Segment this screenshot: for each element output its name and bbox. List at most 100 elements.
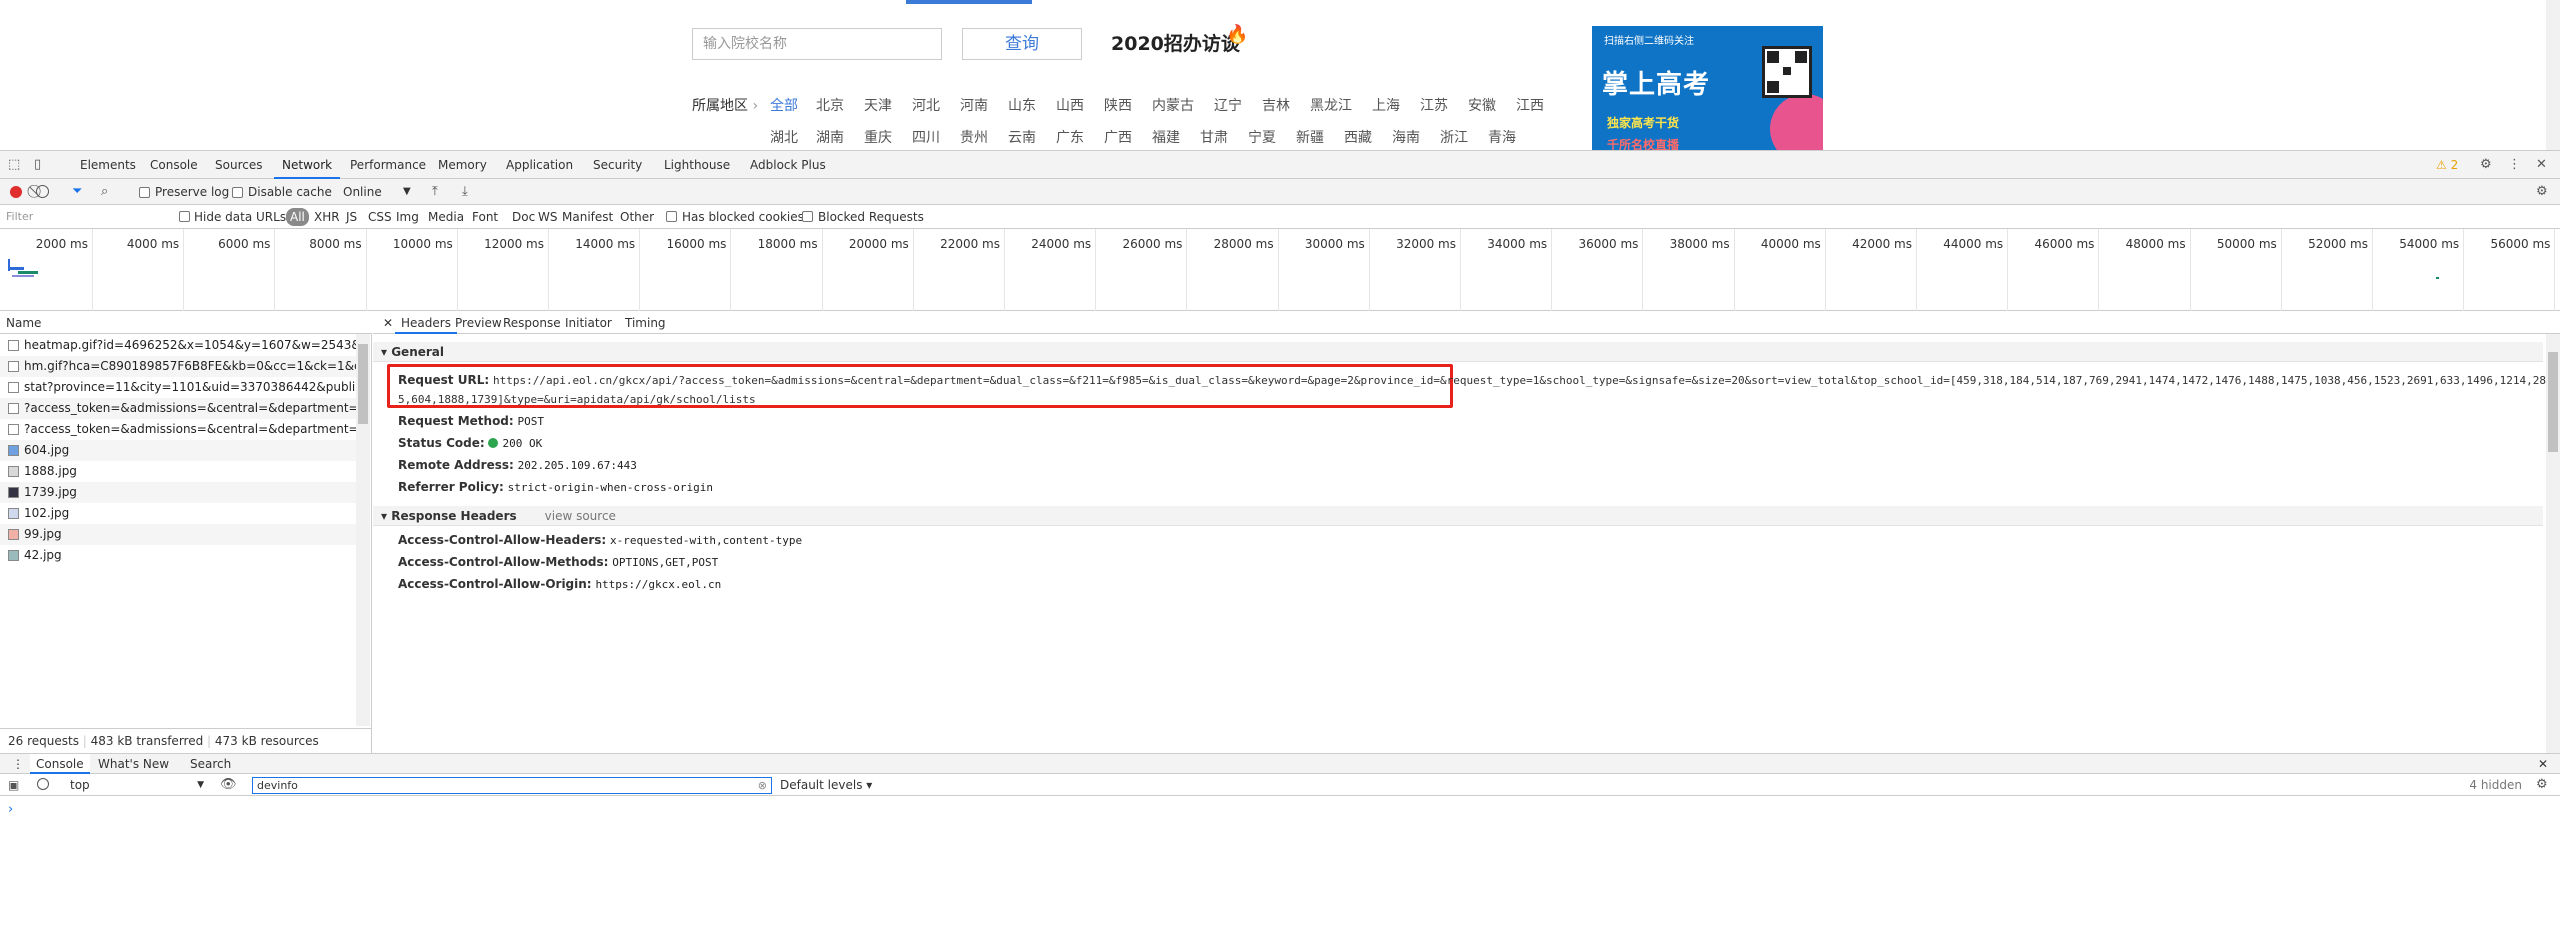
province-link[interactable]: 青海	[1488, 127, 1516, 147]
request-row[interactable]: 1739.jpg	[0, 482, 356, 503]
type-filter-xhr[interactable]: XHR	[314, 205, 340, 229]
request-row[interactable]: 1888.jpg	[0, 461, 356, 482]
warning-icon[interactable]: ⚠ 2	[2436, 155, 2458, 175]
preserve-log-checkbox[interactable]	[139, 187, 150, 198]
console-prompt[interactable]: ›	[8, 802, 13, 817]
detail-tab-headers[interactable]: Headers	[395, 312, 457, 334]
request-row[interactable]: 102.jpg	[0, 503, 356, 524]
context-select[interactable]: top ▼	[64, 777, 204, 793]
request-url-value[interactable]: https://api.eol.cn/gkcx/api/?access_toke…	[493, 374, 2553, 387]
import-har-icon[interactable]: ⤒	[432, 182, 438, 202]
request-row[interactable]: 42.jpg	[0, 545, 356, 566]
eye-icon[interactable]: 👁	[220, 775, 237, 795]
export-har-icon[interactable]: ⤓	[462, 182, 468, 202]
tab-sources[interactable]: Sources	[207, 151, 270, 179]
tab-adblock-plus[interactable]: Adblock Plus	[742, 151, 834, 179]
record-icon[interactable]	[10, 186, 22, 198]
filter-input[interactable]: Filter	[6, 205, 33, 229]
throttling-select[interactable]: Online	[343, 180, 382, 204]
promo-title-link[interactable]: 2020招办访谈	[1111, 29, 1240, 56]
request-url-continuation[interactable]: 5,604,1888,1739]&type=&uri=apidata/api/g…	[398, 390, 756, 410]
view-source-link[interactable]: view source	[545, 509, 616, 523]
settings-gear-icon[interactable]: ⚙	[2480, 155, 2492, 175]
detail-tab-timing[interactable]: Timing	[619, 312, 672, 334]
province-link[interactable]: 宁夏	[1248, 127, 1276, 147]
console-settings-icon[interactable]: ⚙	[2536, 775, 2548, 795]
school-search-input[interactable]: 输入院校名称	[692, 28, 942, 60]
chevron-down-icon[interactable]: ▼	[403, 180, 411, 204]
type-filter-manifest[interactable]: Manifest	[562, 205, 613, 229]
type-filter-js[interactable]: JS	[346, 205, 357, 229]
province-link[interactable]: 四川	[912, 127, 940, 147]
request-row[interactable]: 604.jpg	[0, 440, 356, 461]
province-link[interactable]: 山西	[1056, 95, 1084, 115]
province-link[interactable]: 重庆	[864, 127, 892, 147]
general-section-header[interactable]: ▾ General	[373, 342, 2543, 362]
province-link[interactable]: 天津	[864, 95, 892, 115]
request-row[interactable]: ?access_token=&admissions=&central=&depa…	[0, 398, 356, 419]
network-overview-timeline[interactable]: 2000 ms 4000 ms 6000 ms 8000 ms 10000 ms 1200…	[0, 229, 2560, 311]
tab-network[interactable]: Network	[274, 151, 341, 179]
type-filter-doc[interactable]: Doc	[512, 205, 535, 229]
close-drawer-icon[interactable]: ✕	[2532, 754, 2554, 774]
province-link[interactable]: 江苏	[1420, 95, 1448, 115]
filter-icon[interactable]: ⏷	[72, 182, 82, 202]
device-toolbar-icon[interactable]: ▯	[34, 155, 41, 175]
hide-data-urls-checkbox[interactable]	[179, 211, 190, 222]
sidebar-toggle-icon[interactable]: ▣	[8, 775, 19, 795]
province-link[interactable]: 福建	[1152, 127, 1180, 147]
province-link[interactable]: 西藏	[1344, 127, 1372, 147]
request-list-scrollbar[interactable]	[356, 334, 370, 726]
province-link[interactable]: 吉林	[1262, 95, 1290, 115]
province-link[interactable]: 山东	[1008, 95, 1036, 115]
province-link[interactable]: 黑龙江	[1310, 95, 1352, 115]
province-link[interactable]: 陕西	[1104, 95, 1132, 115]
clear-circle-icon[interactable]	[36, 185, 49, 198]
request-row[interactable]: ?access_token=&admissions=&central=&depa…	[0, 419, 356, 440]
has-blocked-cookies-checkbox[interactable]	[666, 211, 677, 222]
network-settings-icon[interactable]: ⚙	[2536, 182, 2548, 202]
blocked-requests-checkbox[interactable]	[802, 211, 813, 222]
detail-tab-response[interactable]: Response	[497, 312, 567, 334]
clear-console-icon[interactable]	[37, 778, 49, 790]
tab-lighthouse[interactable]: Lighthouse	[656, 151, 738, 179]
province-link[interactable]: 辽宁	[1214, 95, 1242, 115]
province-link[interactable]: 江西	[1516, 95, 1544, 115]
drawer-tab-console[interactable]: Console	[30, 754, 90, 774]
province-link[interactable]: 贵州	[960, 127, 988, 147]
province-link[interactable]: 新疆	[1296, 127, 1324, 147]
disable-cache-checkbox[interactable]	[232, 187, 243, 198]
tab-security[interactable]: Security	[585, 151, 650, 179]
tab-console[interactable]: Console	[142, 151, 206, 179]
name-column-header[interactable]: Name	[0, 312, 372, 334]
type-filter-font[interactable]: Font	[472, 205, 498, 229]
province-link[interactable]: 湖南	[816, 127, 844, 147]
province-link[interactable]: 甘肃	[1200, 127, 1228, 147]
tab-memory[interactable]: Memory	[430, 151, 495, 179]
province-link[interactable]: 河南	[960, 95, 988, 115]
request-row[interactable]: heatmap.gif?id=4696252&x=1054&y=1607&w=2…	[0, 335, 356, 356]
scrollbar-thumb[interactable]	[358, 344, 368, 424]
drawer-tab-what-s-new[interactable]: What's New	[92, 754, 175, 774]
request-row[interactable]: stat?province=11&city=1101&uid=337038644…	[0, 377, 356, 398]
province-link[interactable]: 上海	[1372, 95, 1400, 115]
type-filter-media[interactable]: Media	[428, 205, 464, 229]
detail-tab-initiator[interactable]: Initiator	[559, 312, 618, 334]
province-link[interactable]: 安徽	[1468, 95, 1496, 115]
province-link[interactable]: 内蒙古	[1152, 95, 1194, 115]
inspect-element-icon[interactable]: ⬚	[8, 155, 20, 175]
province-link[interactable]: 全部	[770, 95, 798, 115]
province-link[interactable]: 北京	[816, 95, 844, 115]
province-link[interactable]: 广东	[1056, 127, 1084, 147]
tab-application[interactable]: Application	[498, 151, 581, 179]
tab-performance[interactable]: Performance	[342, 151, 434, 179]
search-icon[interactable]: ⌕	[101, 182, 108, 202]
province-link[interactable]: 河北	[912, 95, 940, 115]
drawer-menu-icon[interactable]: ⋮	[6, 754, 30, 774]
drawer-tab-search[interactable]: Search	[184, 754, 237, 774]
request-row[interactable]: 99.jpg	[0, 524, 356, 545]
type-filter-other[interactable]: Other	[620, 205, 654, 229]
search-button[interactable]: 查询	[962, 28, 1082, 60]
type-filter-css[interactable]: CSS	[368, 205, 392, 229]
tab-elements[interactable]: Elements	[72, 151, 144, 179]
